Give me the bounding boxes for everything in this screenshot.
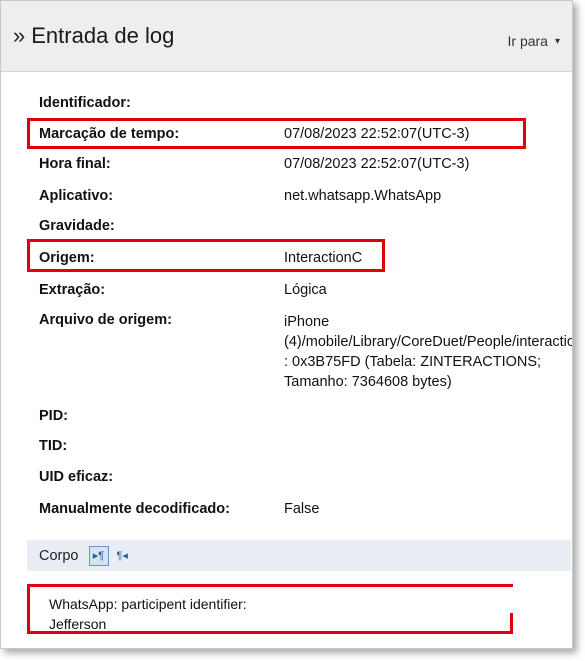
field-value-extracao: Lógica [284,282,327,298]
highlight-box-corpo [27,584,513,634]
ltr-direction-icon[interactable]: ▸¶ [88,545,109,566]
field-label-identificador: Identificador: [39,95,131,111]
log-entry-panel: » Entrada de log Ir para ▾ Identificador… [0,0,573,649]
field-label-gravidade: Gravidade: [39,218,115,234]
highlight-box-timestamp [27,118,526,149]
field-label-arquivo-origem: Arquivo de origem: [39,312,172,328]
goto-label: Ir para [507,33,548,49]
field-label-hora-final: Hora final: [39,156,111,172]
field-value-manualmente-decodificado: False [284,501,320,517]
panel-title: Entrada de log [31,23,175,48]
field-label-tid: TID: [39,438,68,454]
caret-down-icon: ▾ [554,35,560,47]
goto-dropdown[interactable]: Ir para ▾ [508,33,561,49]
field-label-extracao: Extração: [39,282,106,298]
title-group: » Entrada de log [13,25,174,47]
panel-header: » Entrada de log Ir para ▾ [1,1,572,72]
field-value-aplicativo: net.whatsapp.WhatsApp [284,188,442,204]
corpo-label: Corpo [39,547,79,564]
field-label-pid: PID: [39,408,68,424]
field-value-hora-final: 07/08/2023 22:52:07(UTC-3) [284,156,470,172]
field-label-manualmente-decodificado: Manualmente decodificado: [39,501,230,517]
corpo-toolbar: Corpo ▸¶ ¶◂ [27,540,571,571]
highlight-box-origem [27,239,385,272]
expand-chevron-icon[interactable]: » [13,25,25,47]
rtl-direction-icon[interactable]: ¶◂ [117,549,128,562]
field-label-aplicativo: Aplicativo: [39,188,114,204]
field-label-uid-eficaz: UID eficaz: [39,469,114,485]
field-value-arquivo-origem: iPhone (4)/mobile/Library/CoreDuet/Peopl… [284,314,572,390]
highlight-box-corpo-right [510,613,513,634]
